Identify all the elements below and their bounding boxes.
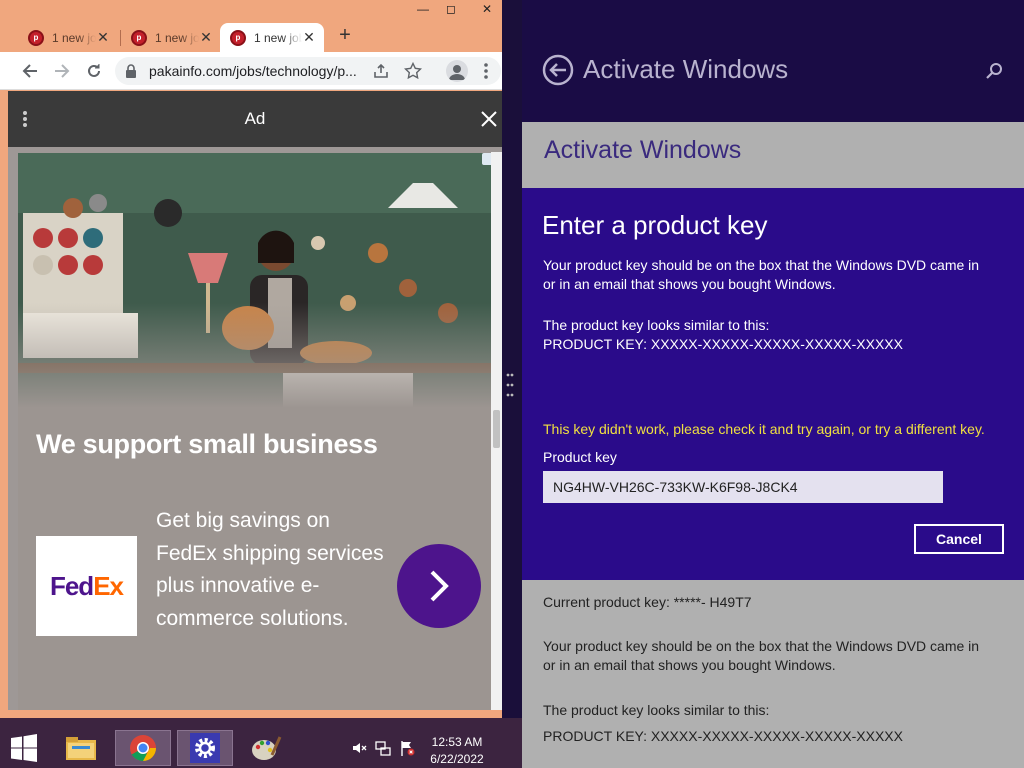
app-header: Activate Windows (522, 0, 1024, 122)
app-title: Activate Windows (583, 54, 789, 84)
format-label: The product key looks similar to this: (543, 702, 770, 718)
file-explorer-icon (66, 737, 96, 760)
chevron-right-icon (430, 570, 449, 602)
tab-title: 1 new job (155, 30, 199, 45)
settings-gear-icon (190, 733, 220, 763)
dialog-info-line: or in an email that shows you bought Win… (543, 276, 836, 292)
kebab-menu-icon[interactable] (483, 61, 489, 81)
dialog-format-label: The product key looks similar to this: (543, 317, 770, 333)
reload-icon (88, 64, 100, 77)
cancel-button[interactable]: Cancel (914, 524, 1004, 554)
current-product-key: Current product key: *****- H49T7 (543, 594, 752, 610)
bookmark-star-icon[interactable] (404, 62, 422, 80)
ad-next-button[interactable] (397, 544, 481, 628)
reload-button[interactable] (83, 60, 105, 82)
ad-label: Ad (244, 109, 266, 128)
new-tab-button[interactable]: + (335, 23, 355, 47)
volume-muted-icon[interactable] (351, 740, 367, 756)
browser-tab-active[interactable]: p 1 new job ✕ (220, 23, 324, 52)
browser-tab[interactable]: p 1 new job ✕ (121, 23, 221, 52)
dialog-info-line: Your product key should be on the box th… (543, 257, 980, 273)
tab-close-icon[interactable]: ✕ (302, 29, 316, 46)
network-icon[interactable] (375, 740, 391, 756)
info-line: Your product key should be on the box th… (543, 638, 980, 654)
taskbar-paint[interactable] (238, 730, 294, 766)
info-line: or in an email that shows you bought Win… (543, 657, 836, 673)
profile-avatar-button[interactable] (446, 60, 468, 82)
fedex-ad[interactable]: We support small business Fed Ex Get big … (18, 153, 494, 710)
dialog-title: Enter a product key (542, 210, 768, 240)
action-center-flag-icon[interactable] (399, 740, 415, 756)
fedex-logo: Fed Ex (36, 536, 137, 636)
taskbar-chrome[interactable] (115, 730, 171, 766)
section-heading: Activate Windows (544, 136, 742, 164)
pakainfo-favicon-icon: p (131, 29, 147, 46)
taskbar-settings[interactable] (177, 730, 233, 766)
lock-icon[interactable] (125, 64, 137, 78)
back-button[interactable] (19, 60, 41, 82)
ad-photo-kitchen (18, 153, 494, 408)
taskbar: 12:53 AM 6/22/2022 (0, 718, 522, 768)
arrow-right-icon (55, 64, 70, 78)
close-window-button[interactable]: ✕ (476, 2, 498, 16)
maximize-button[interactable]: ◻ (440, 2, 462, 16)
page-content: Ad We support small business Fed Ex Get … (8, 91, 502, 710)
fedex-logo-fed: Fed (49, 570, 94, 601)
address-bar[interactable]: pakainfo.com/jobs/technology/p... (115, 57, 501, 85)
product-key-input[interactable] (543, 471, 943, 503)
arrow-left-icon (22, 64, 37, 78)
dialog-format-example: PRODUCT KEY: XXXXX-XXXXX-XXXXX-XXXXX-XXX… (543, 336, 903, 352)
browser-toolbar: pakainfo.com/jobs/technology/p... (0, 52, 502, 90)
divider-grip-icon[interactable] (506, 370, 514, 400)
ad-close-icon[interactable] (478, 108, 500, 130)
tab-title: 1 new job (52, 30, 96, 45)
minimize-button[interactable]: — (412, 2, 434, 16)
vertical-scrollbar[interactable] (491, 152, 502, 710)
error-message: This key didn't work, please check it an… (543, 421, 985, 437)
browser-window: — ◻ ✕ p 1 new job ✕ p 1 new job ✕ p 1 ne… (0, 0, 502, 718)
product-key-label: Product key (543, 449, 617, 465)
paint-icon (252, 736, 282, 760)
chrome-icon (130, 735, 156, 762)
forward-button[interactable] (51, 60, 73, 82)
ad-headline: We support small business (36, 429, 378, 459)
share-icon[interactable] (373, 63, 389, 79)
tab-close-icon[interactable]: ✕ (199, 29, 213, 46)
product-key-dialog: Enter a product key Your product key sho… (522, 188, 1024, 580)
tab-close-icon[interactable]: ✕ (96, 29, 110, 46)
pakainfo-favicon-icon: p (28, 29, 44, 46)
tab-strip: p 1 new job ✕ p 1 new job ✕ p 1 new job … (0, 18, 502, 52)
clock-time[interactable]: 12:53 AM (420, 735, 494, 749)
search-icon[interactable] (985, 62, 1003, 80)
snap-divider[interactable] (502, 0, 522, 718)
person-icon (449, 65, 465, 80)
browser-titlebar: — ◻ ✕ (0, 0, 502, 18)
url-text[interactable]: pakainfo.com/jobs/technology/p... (149, 63, 359, 79)
windows-start-icon[interactable] (10, 734, 38, 762)
pakainfo-favicon-icon: p (230, 29, 246, 46)
ad-body-text: Get big savings on FedEx shipping servic… (156, 509, 384, 630)
tab-title: 1 new job (254, 30, 302, 45)
activate-windows-app: Activate Windows Activate Windows Enter … (522, 0, 1024, 768)
format-example: PRODUCT KEY: XXXXX-XXXXX-XXXXX-XXXXX-XXX… (543, 728, 903, 744)
scrollbar-thumb[interactable] (493, 410, 500, 448)
clock-date[interactable]: 6/22/2022 (420, 752, 494, 766)
taskbar-file-explorer[interactable] (53, 730, 109, 766)
ad-bar: Ad (8, 91, 502, 147)
back-arrow-icon[interactable] (542, 54, 574, 86)
browser-tab[interactable]: p 1 new job ✕ (18, 23, 118, 52)
fedex-logo-ex: Ex (93, 570, 124, 601)
